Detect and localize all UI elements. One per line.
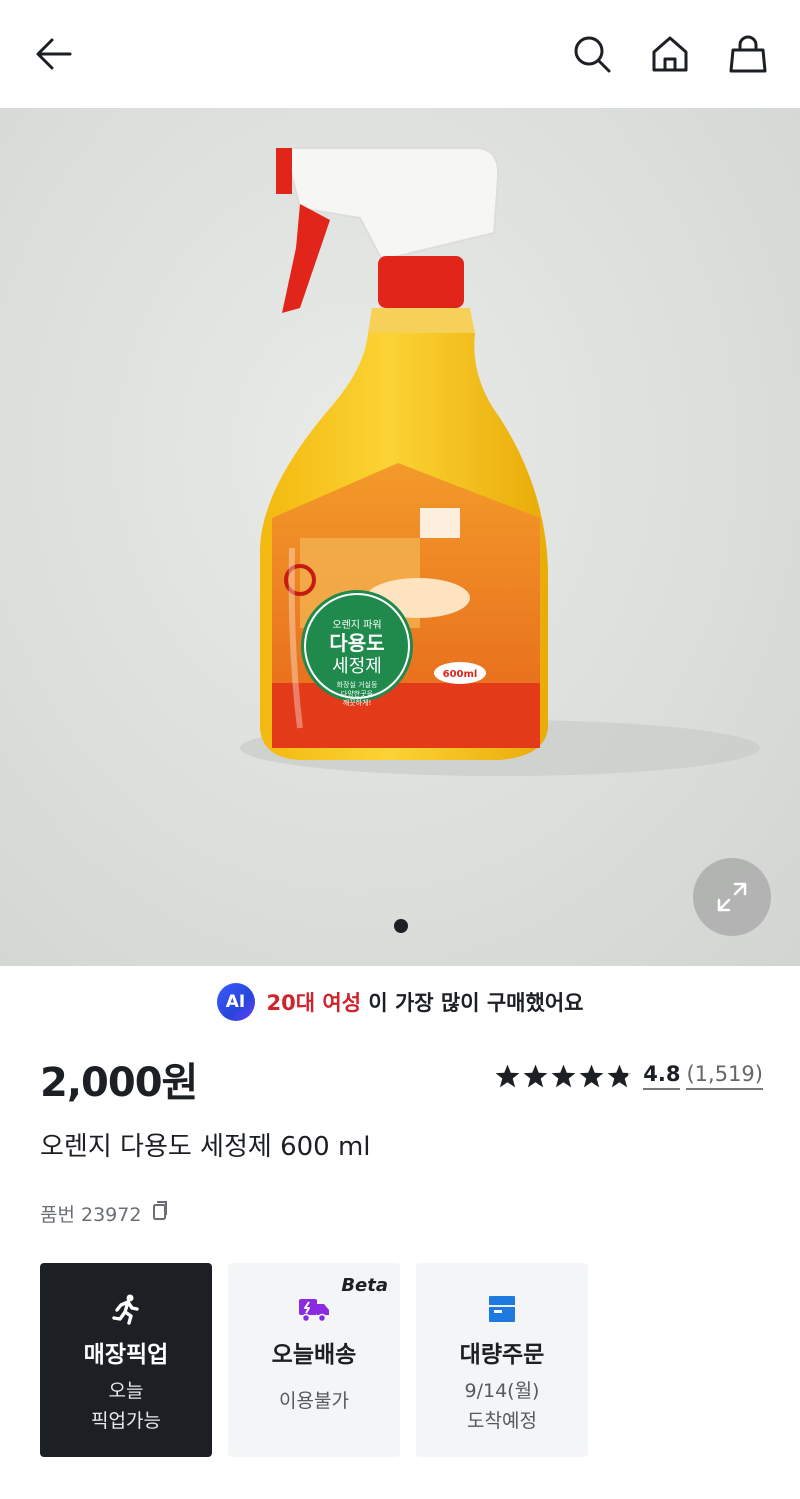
ai-badge-icon: AI <box>216 983 255 1021</box>
product-name: 오렌지 다용도 세정제 600 ml <box>40 1132 371 1162</box>
label-line4: 화장실 거실등 <box>337 680 378 689</box>
option-sub: 이용불가 <box>228 1386 400 1416</box>
star-icon <box>523 1064 548 1088</box>
option-sub: 오늘 픽업가능 <box>40 1376 212 1436</box>
shopping-bag-icon[interactable] <box>724 30 772 78</box>
option-sub-line1: 9/14(월) <box>464 1380 540 1402</box>
rating-stars <box>494 1063 633 1089</box>
expand-icon[interactable] <box>693 858 771 936</box>
star-icon <box>551 1064 576 1088</box>
option-title: 오늘배송 <box>271 1342 357 1368</box>
running-person-icon <box>40 1293 212 1325</box>
option-sub-line2: 도착예정 <box>467 1410 537 1432</box>
option-sub: 9/14(월) 도착예정 <box>416 1376 588 1436</box>
product-photo: 오렌지 파워 다용도 세정제 화장실 거실등 다양한곳을 깨끗하게! 600ml <box>240 147 760 776</box>
label-volume: 600ml <box>443 669 478 680</box>
option-title: 대량주문 <box>459 1342 545 1368</box>
product-image-gallery[interactable]: 오렌지 파워 다용도 세정제 화장실 거실등 다양한곳을 깨끗하게! 600ml <box>0 108 800 966</box>
option-sub-line1: 오늘 <box>108 1380 144 1402</box>
option-title: 매장픽업 <box>83 1342 169 1368</box>
label-line1: 오렌지 파워 <box>332 618 381 631</box>
star-icon <box>495 1064 520 1088</box>
delivery-truck-icon <box>228 1293 400 1325</box>
product-rating[interactable]: 4.8 (1,519) <box>494 1062 763 1090</box>
copy-icon[interactable] <box>149 1200 169 1227</box>
home-icon[interactable] <box>646 30 694 78</box>
product-price: 2,000원 <box>40 1060 198 1106</box>
item-number-text: 품번 23972 <box>40 1204 142 1226</box>
ai-highlight: 20대 여성 <box>266 991 362 1015</box>
option-sub-line2: 픽업가능 <box>91 1410 161 1432</box>
review-count[interactable]: (1,519) <box>686 1062 763 1090</box>
label-line3: 세정제 <box>332 656 382 677</box>
option-sub-line1: 이용불가 <box>279 1390 349 1412</box>
option-bulk-order[interactable]: 대량주문 9/14(월) 도착예정 <box>416 1263 588 1457</box>
rating-value[interactable]: 4.8 <box>643 1062 681 1090</box>
option-today-delivery[interactable]: Beta 오늘배송 이용불가 <box>228 1263 400 1457</box>
option-store-pickup[interactable]: 매장픽업 오늘 픽업가능 <box>40 1263 212 1457</box>
search-icon[interactable] <box>568 30 616 78</box>
label-line5: 다양한곳을 <box>341 689 374 698</box>
ai-banner-text: 20대 여성 이 가장 많이 구매했어요 <box>267 987 584 1017</box>
top-navigation-bar <box>0 0 800 108</box>
ai-recommendation-banner: AI 20대 여성 이 가장 많이 구매했어요 <box>0 966 800 1038</box>
arrow-left-icon[interactable] <box>30 30 78 78</box>
box-icon <box>416 1293 588 1325</box>
delivery-options: 매장픽업 오늘 픽업가능 Beta 오늘배송 이용불가 대량주문 9/14(월)… <box>40 1263 588 1457</box>
item-number: 품번 23972 <box>40 1200 169 1227</box>
label-line2: 다용도 <box>329 631 384 655</box>
label-line6: 깨끗하게! <box>343 698 372 707</box>
carousel-indicator <box>394 919 408 933</box>
ai-text-rest: 이 가장 많이 구매했어요 <box>361 991 584 1015</box>
star-icon <box>579 1064 604 1088</box>
star-half-icon <box>607 1064 632 1088</box>
